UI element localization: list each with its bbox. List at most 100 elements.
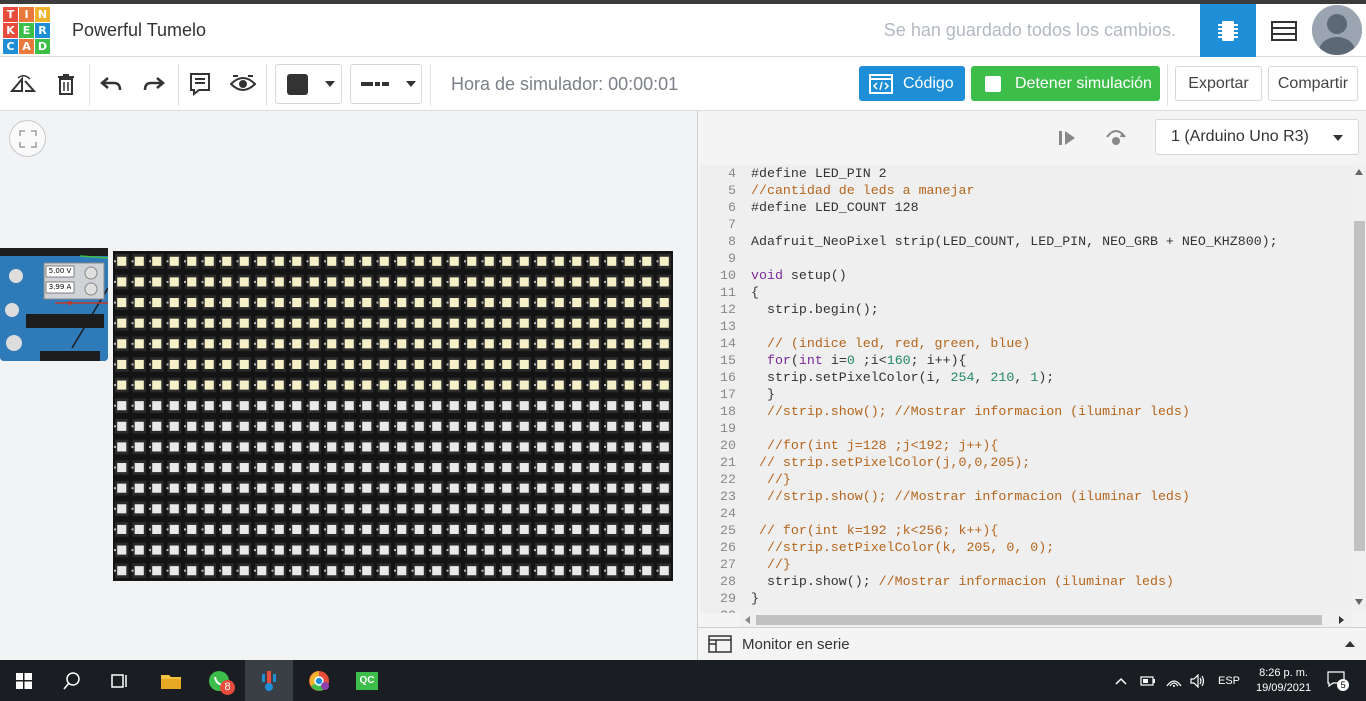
step-button[interactable] <box>1056 127 1078 149</box>
code-line[interactable]: 16 strip.setPixelColor(i, 254, 210, 1); <box>700 369 1352 386</box>
led-pixel <box>414 524 424 534</box>
led-pixel <box>642 566 652 576</box>
wifi-icon[interactable] <box>1166 675 1182 687</box>
led-pin <box>236 528 239 531</box>
chevron-up-icon[interactable] <box>1114 676 1128 686</box>
scroll-up-arrow[interactable] <box>1355 169 1363 175</box>
code-line[interactable]: 19 <box>700 420 1352 437</box>
logo-letter: E <box>19 23 34 38</box>
led-pixel <box>134 524 144 534</box>
code-line[interactable]: 23 //strip.show(); //Mostrar informacion… <box>700 488 1352 505</box>
undo-button[interactable] <box>97 70 125 98</box>
scrollbar-thumb[interactable] <box>756 615 1322 625</box>
taskbar-tinkercad[interactable] <box>245 660 293 701</box>
visibility-button[interactable] <box>229 70 257 98</box>
led-pin <box>131 260 134 263</box>
code-line[interactable]: 24 <box>700 505 1352 522</box>
led-pin <box>499 280 501 283</box>
code-line[interactable]: 12 strip.begin(); <box>700 301 1352 318</box>
clock[interactable]: 8:26 p. m. 19/09/2021 <box>1256 666 1311 696</box>
code-button[interactable]: Código <box>859 66 965 101</box>
code-line[interactable]: 15 for(int i=0 ;i<160; i++){ <box>700 352 1352 369</box>
code-line[interactable]: 18 //strip.show(); //Mostrar informacion… <box>700 403 1352 420</box>
taskbar-file-explorer[interactable] <box>147 660 195 701</box>
scroll-down-arrow[interactable] <box>1355 599 1363 605</box>
export-button[interactable]: Exportar <box>1175 66 1262 101</box>
stop-simulation-button[interactable]: Detener simulación <box>971 66 1160 101</box>
led-pin <box>639 322 641 325</box>
led-pixel <box>502 545 512 555</box>
circuit-canvas[interactable]: 5.00 V 3.99 A <box>0 111 697 660</box>
delete-button[interactable] <box>52 70 80 98</box>
notes-button[interactable] <box>186 70 214 98</box>
battery-icon[interactable] <box>1140 675 1156 686</box>
horizontal-scrollbar[interactable] <box>740 613 1352 627</box>
scroll-left-arrow[interactable] <box>745 616 750 624</box>
code-line[interactable]: 11 { <box>700 284 1352 301</box>
code-line[interactable]: 17 } <box>700 386 1352 403</box>
code-line[interactable]: 5 //cantidad de leds a manejar <box>700 182 1352 199</box>
tinkercad-logo[interactable]: TIN KER CAD <box>3 7 51 55</box>
redo-button[interactable] <box>140 70 168 98</box>
code-line[interactable]: 8 Adafruit_NeoPixel strip(LED_COUNT, LED_… <box>700 233 1352 250</box>
color-picker-dropdown[interactable] <box>275 64 342 104</box>
code-line[interactable]: 14 // (indice led, red, green, blue) <box>700 335 1352 352</box>
led-pixel <box>449 483 459 493</box>
code-line[interactable]: 10 void setup() <box>700 267 1352 284</box>
led-pixel <box>134 298 144 308</box>
chevron-up-icon[interactable] <box>1345 641 1355 647</box>
led-pin <box>166 507 169 510</box>
code-editor[interactable]: 4 #define LED_PIN 2 5 //cantidad de leds a … <box>700 165 1352 613</box>
vertical-scrollbar[interactable] <box>1352 165 1366 613</box>
fit-view-button[interactable] <box>9 120 46 157</box>
code-line[interactable]: 20 //for(int j=128 ;j<192; j++){ <box>700 437 1352 454</box>
arduino-board[interactable]: 5.00 V 3.99 A <box>0 248 109 361</box>
code-line[interactable]: 7 <box>700 216 1352 233</box>
led-pixel <box>362 277 372 287</box>
led-pixel <box>607 380 617 390</box>
scroll-right-arrow[interactable] <box>1339 616 1344 624</box>
rotate-button[interactable] <box>9 70 37 98</box>
task-view-button[interactable] <box>96 660 144 701</box>
search-button[interactable] <box>48 660 96 701</box>
board-selector[interactable]: 1 (Arduino Uno R3) <box>1155 119 1359 155</box>
taskbar-chrome[interactable] <box>295 660 343 701</box>
project-title[interactable]: Powerful Tumelo <box>72 20 206 41</box>
code-line[interactable]: 9 <box>700 250 1352 267</box>
led-pin <box>569 466 571 469</box>
code-line[interactable]: 22 //} <box>700 471 1352 488</box>
start-button[interactable] <box>0 660 48 701</box>
code-line[interactable]: 29} <box>700 590 1352 607</box>
debugger-button[interactable] <box>1103 125 1129 149</box>
code-line[interactable]: 4 #define LED_PIN 2 <box>700 165 1352 182</box>
led-pixel <box>572 463 582 473</box>
led-pixel <box>327 380 337 390</box>
volume-icon[interactable] <box>1190 673 1206 688</box>
led-pixel <box>397 256 407 266</box>
notifications-button[interactable]: 5 <box>1327 670 1350 691</box>
scrollbar-thumb[interactable] <box>1354 221 1365 551</box>
code-line[interactable]: 28 strip.show(); //Mostrar informacion (… <box>700 573 1352 590</box>
taskbar-whatsapp[interactable]: 8 <box>195 660 243 701</box>
serial-monitor-bar[interactable]: Monitor en serie <box>698 627 1366 660</box>
code-line[interactable]: 25 // for(int k=192 ;k<256; k++){ <box>700 522 1352 539</box>
components-list-button[interactable] <box>1256 4 1312 57</box>
neopixel-matrix[interactable] <box>113 251 673 581</box>
code-line[interactable]: 26 //strip.setPixelColor(k, 205, 0, 0); <box>700 539 1352 556</box>
share-button[interactable]: Compartir <box>1268 66 1358 101</box>
led-pin <box>394 487 396 490</box>
circuit-view-button[interactable] <box>1200 4 1256 57</box>
led-pin <box>289 425 291 428</box>
led-pixel <box>222 442 232 452</box>
led-pin <box>621 507 624 510</box>
wire-style-dropdown[interactable] <box>350 64 422 104</box>
led-pixel <box>239 566 249 576</box>
taskbar-qc[interactable]: QC <box>343 660 391 701</box>
code-line[interactable]: 6 #define LED_COUNT 128 <box>700 199 1352 216</box>
code-line[interactable]: 13 <box>700 318 1352 335</box>
language-indicator[interactable]: ESP <box>1218 675 1240 687</box>
led-pixel <box>379 442 389 452</box>
user-avatar[interactable] <box>1312 5 1362 55</box>
code-line[interactable]: 21 // strip.setPixelColor(j,0,0,205); <box>700 454 1352 471</box>
code-line[interactable]: 27 //} <box>700 556 1352 573</box>
